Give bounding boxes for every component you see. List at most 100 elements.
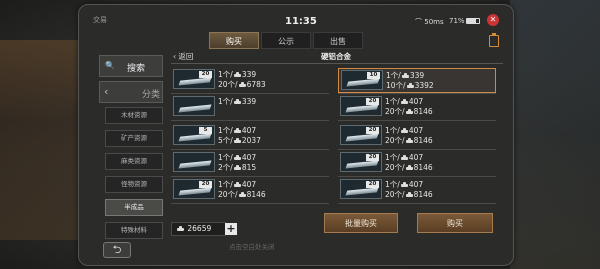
stack-count: 5 bbox=[199, 127, 212, 134]
item-thumbnail bbox=[173, 96, 215, 116]
search-button[interactable]: 🔍 搜索 bbox=[99, 55, 163, 77]
total-price: 20个/8146 bbox=[385, 107, 433, 116]
balance-value: 26659 bbox=[187, 224, 212, 233]
category-wood[interactable]: 木材资源 bbox=[105, 107, 163, 124]
stack-count: 20 bbox=[199, 181, 212, 188]
item-thumbnail: 5 bbox=[173, 125, 215, 145]
coin-icon bbox=[238, 82, 246, 87]
search-label: 搜索 bbox=[127, 64, 146, 74]
listing-item[interactable]: 20 1个/407 20个/8146 bbox=[338, 178, 496, 203]
listing-item[interactable]: 20 1个/407 20个/8146 bbox=[338, 95, 496, 120]
coin-icon bbox=[405, 192, 413, 197]
coin-icon bbox=[238, 192, 246, 197]
category-list: 木材资源 矿产资源 麻类资源 怪物资源 半成品 特殊材料 bbox=[105, 107, 163, 245]
back-label: 返回 bbox=[178, 52, 194, 61]
status-bar: 交易 11:35 ⌒ 50ms 71% ✕ bbox=[79, 5, 513, 31]
listing-item[interactable]: 20 1个/339 20个/6783 bbox=[171, 68, 329, 93]
search-icon: 🔍 bbox=[105, 61, 115, 70]
row-divider bbox=[171, 176, 329, 177]
total-price: 20个/8146 bbox=[385, 163, 433, 172]
stack-count: 20 bbox=[366, 154, 379, 161]
back-link[interactable]: ‹ 返回 bbox=[173, 51, 193, 62]
category-label: 分类 bbox=[142, 90, 161, 100]
category-monster[interactable]: 怪物资源 bbox=[105, 176, 163, 193]
bottom-bar: 26659 + 批量购买 购买 bbox=[171, 213, 503, 252]
stack-count: 20 bbox=[366, 127, 379, 134]
stack-count: 20 bbox=[199, 71, 212, 78]
alloy-bar-icon bbox=[345, 160, 379, 169]
alloy-bar-icon bbox=[345, 104, 379, 113]
coin-icon bbox=[405, 138, 413, 143]
tab-announcement[interactable]: 公示 bbox=[261, 32, 311, 49]
alloy-bar-icon bbox=[345, 187, 379, 196]
add-funds-button[interactable]: + bbox=[225, 223, 237, 235]
row-divider bbox=[338, 120, 496, 121]
listing-item[interactable]: 5 1个/407 5个/2037 bbox=[171, 124, 329, 149]
coin-icon bbox=[233, 182, 241, 187]
listing-item[interactable]: 20 1个/407 20个/8146 bbox=[171, 178, 329, 203]
row-divider bbox=[171, 93, 329, 94]
wifi-ping: ⌒ 50ms bbox=[415, 18, 444, 26]
row-divider bbox=[171, 120, 329, 121]
coin-icon bbox=[400, 155, 408, 160]
total-price: 20个/8146 bbox=[385, 136, 433, 145]
coin-icon bbox=[177, 226, 184, 231]
item-thumbnail bbox=[173, 152, 215, 172]
sidebar: 🔍 搜索 ‹ 分类 木材资源 矿产资源 麻类资源 怪物资源 半成品 特殊材料 bbox=[95, 53, 165, 253]
close-hint: 点击空白处关闭 bbox=[229, 243, 275, 251]
total-price: 5个/2037 bbox=[218, 136, 261, 145]
return-icon[interactable]: ⮌ bbox=[103, 242, 131, 258]
buy-button[interactable]: 购买 bbox=[417, 213, 493, 233]
listing-item[interactable]: 1个/339 bbox=[171, 95, 329, 120]
shop-label: 交易 bbox=[93, 16, 107, 24]
alloy-bar-icon bbox=[178, 160, 212, 169]
coin-icon bbox=[233, 138, 241, 143]
coin-icon bbox=[405, 109, 413, 114]
stack-count: 10 bbox=[367, 72, 380, 79]
tab-buy[interactable]: 购买 bbox=[209, 32, 259, 49]
tab-sell[interactable]: 出售 bbox=[313, 32, 363, 49]
item-thumbnail: 20 bbox=[340, 125, 382, 145]
coin-icon bbox=[233, 165, 241, 170]
category-hemp[interactable]: 麻类资源 bbox=[105, 153, 163, 170]
alloy-bar-icon bbox=[345, 133, 379, 142]
total-price: 20个/8146 bbox=[218, 190, 266, 199]
listing-item[interactable]: 10 1个/339 10个/3392 bbox=[338, 68, 496, 93]
listing-header: ‹ 返回 硬铝合金 bbox=[171, 51, 503, 63]
coin-icon bbox=[405, 165, 413, 170]
listing-item[interactable]: 1个/407 2个/815 bbox=[171, 151, 329, 176]
total-price: 20个/6783 bbox=[218, 80, 266, 89]
coin-icon bbox=[233, 99, 241, 104]
item-thumbnail: 20 bbox=[340, 152, 382, 172]
category-special[interactable]: 特殊材料 bbox=[105, 222, 163, 239]
item-thumbnail: 20 bbox=[173, 179, 215, 199]
close-icon[interactable]: ✕ bbox=[487, 14, 499, 26]
clipboard-icon[interactable] bbox=[489, 33, 499, 47]
alloy-bar-icon bbox=[178, 104, 212, 113]
coin-icon bbox=[233, 72, 241, 77]
alloy-bar-icon bbox=[178, 187, 212, 196]
battery-icon bbox=[466, 18, 480, 24]
coin-icon bbox=[400, 182, 408, 187]
listing-item[interactable]: 20 1个/407 20个/8146 bbox=[338, 124, 496, 149]
category-toggle[interactable]: ‹ 分类 bbox=[99, 81, 163, 103]
background-scene-left bbox=[0, 40, 90, 240]
tab-bar: 购买 公示 出售 bbox=[209, 32, 363, 50]
row-divider bbox=[338, 149, 496, 150]
background-scene-right bbox=[510, 0, 600, 269]
alloy-bar-icon bbox=[346, 78, 380, 87]
row-divider bbox=[338, 203, 496, 204]
unit-price: 1个/339 bbox=[218, 97, 257, 106]
category-ore[interactable]: 矿产资源 bbox=[105, 130, 163, 147]
item-title: 硬铝合金 bbox=[321, 52, 351, 61]
coin-icon bbox=[233, 128, 241, 133]
row-divider bbox=[171, 149, 329, 150]
item-thumbnail: 20 bbox=[173, 69, 215, 89]
listing-item[interactable]: 20 1个/407 20个/8146 bbox=[338, 151, 496, 176]
coin-icon bbox=[400, 99, 408, 104]
item-thumbnail: 20 bbox=[340, 179, 382, 199]
clock: 11:35 bbox=[285, 16, 317, 27]
bulk-buy-button[interactable]: 批量购买 bbox=[324, 213, 398, 233]
battery-percent: 71% bbox=[449, 17, 465, 25]
category-semi-finished[interactable]: 半成品 bbox=[105, 199, 163, 216]
